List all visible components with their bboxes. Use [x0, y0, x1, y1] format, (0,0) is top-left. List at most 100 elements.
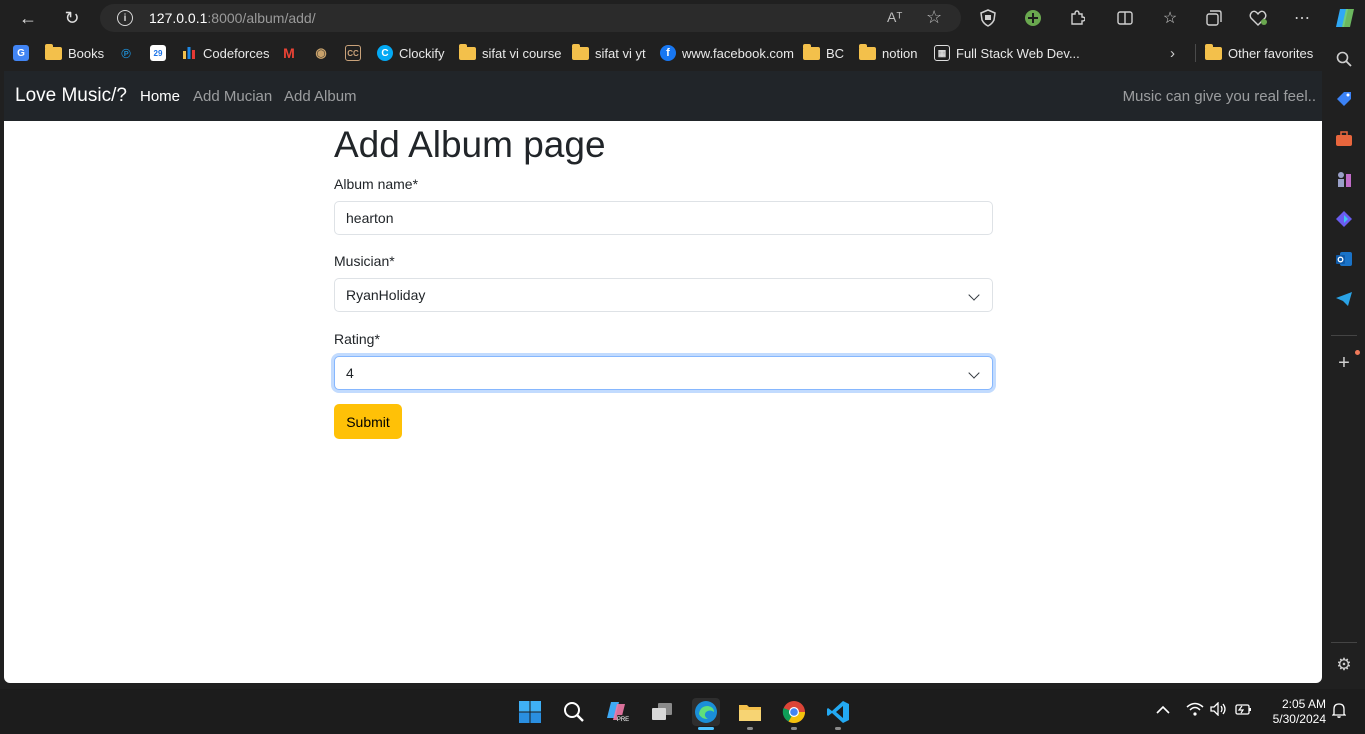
url-host: 127.0.0.1: [149, 10, 208, 26]
bookmark-books[interactable]: Books: [45, 43, 105, 62]
add-plus-icon[interactable]: +: [1334, 352, 1354, 374]
sidebar-divider: [1331, 335, 1357, 336]
taskbar-clock[interactable]: 2:05 AM 5/30/2024: [1264, 697, 1326, 727]
rating-select[interactable]: 4: [334, 356, 993, 390]
bookmark-full-stack[interactable]: ▦ Full Stack Web Dev...: [934, 44, 1080, 62]
bookmarks-divider: [1195, 44, 1196, 62]
gmail-icon: M: [283, 45, 295, 61]
bookmark-label: sifat vi yt: [595, 45, 646, 61]
clock-date: 5/30/2024: [1272, 712, 1326, 726]
grid-icon: ▦: [934, 45, 950, 61]
edge-taskbar-icon[interactable]: [692, 698, 720, 730]
more-options-icon[interactable]: ⋯: [1292, 8, 1312, 28]
read-aloud-icon[interactable]: Aᵀ: [887, 9, 902, 25]
bookmarks-bar: G Books ℗ 29 Codeforces M ◉ CC C Clockify…: [0, 38, 1325, 68]
task-view-icon[interactable]: [648, 698, 676, 726]
clock-time: 2:05 AM: [1281, 697, 1326, 711]
bookmark-codechef[interactable]: ◉: [313, 44, 329, 62]
nav-link-add-musician[interactable]: Add Mucian: [193, 88, 272, 105]
running-indicator: [835, 727, 841, 730]
favorites-list-icon[interactable]: ☆: [1160, 8, 1180, 28]
rating-label: Rating*: [334, 331, 380, 347]
back-arrow-icon[interactable]: ←: [16, 6, 40, 30]
folder-icon: [1205, 43, 1222, 60]
split-screen-icon[interactable]: [1115, 8, 1135, 28]
windows-start-icon[interactable]: [516, 698, 544, 726]
favorite-star-icon[interactable]: ☆: [926, 7, 942, 28]
search-icon[interactable]: [1334, 49, 1354, 69]
folder-icon: [459, 43, 476, 60]
copilot-icon[interactable]: [1333, 6, 1357, 30]
green-extension-icon[interactable]: [1023, 8, 1043, 28]
tray-chevron-up-icon[interactable]: [1156, 702, 1170, 718]
vscode-icon[interactable]: [824, 698, 852, 730]
bookmark-sifat-vi-course[interactable]: sifat vi course: [459, 43, 561, 62]
file-explorer-icon[interactable]: [736, 698, 764, 730]
bookmark-label: Other favorites: [1228, 45, 1314, 61]
codeforces-icon: [181, 45, 197, 61]
shopping-tag-icon[interactable]: [1334, 89, 1354, 109]
album-name-label: Album name*: [334, 176, 419, 192]
chevron-down-icon: [968, 367, 980, 379]
collections-icon[interactable]: [1204, 8, 1224, 28]
site-info-icon[interactable]: i: [117, 10, 133, 26]
edge-sidebar: + ⚙: [1323, 36, 1365, 689]
taskbar-search-icon[interactable]: [560, 698, 588, 726]
bookmark-clockify[interactable]: C Clockify: [377, 44, 445, 62]
copilot-sidebar-icon[interactable]: [1334, 209, 1354, 229]
submit-button[interactable]: Submit: [334, 404, 402, 439]
bookmark-google-translate[interactable]: G: [13, 44, 29, 62]
notification-bell-icon[interactable]: [1331, 702, 1347, 721]
tools-briefcase-icon[interactable]: [1334, 129, 1354, 149]
settings-gear-icon[interactable]: ⚙: [1334, 655, 1354, 675]
copilot-taskbar-icon[interactable]: PRE: [604, 698, 632, 726]
clockify-icon: C: [377, 45, 393, 61]
volume-icon[interactable]: [1210, 701, 1228, 719]
folder-icon: [45, 43, 62, 60]
bookmark-notion[interactable]: notion: [859, 43, 918, 62]
musician-label: Musician*: [334, 253, 395, 269]
page-viewport: Love Music/? Home Add Mucian Add Album M…: [4, 71, 1322, 683]
bookmark-cc[interactable]: CC: [345, 44, 361, 62]
outlook-icon[interactable]: [1334, 249, 1354, 269]
refresh-icon[interactable]: ↻: [60, 6, 84, 30]
bookmark-gmail[interactable]: M: [281, 44, 297, 62]
folder-icon: [572, 43, 589, 60]
extensions-puzzle-icon[interactable]: [1067, 8, 1087, 28]
musician-select[interactable]: RyanHoliday: [334, 278, 993, 312]
shield-extension-icon[interactable]: [978, 8, 998, 28]
bookmark-label: notion: [882, 45, 918, 61]
bookmark-tinkercad[interactable]: ℗: [118, 44, 134, 62]
battery-icon[interactable]: [1234, 702, 1252, 719]
bookmarks-overflow-chevron-icon[interactable]: ›: [1170, 44, 1175, 62]
album-name-input[interactable]: hearton: [334, 201, 993, 235]
folder-icon: [859, 43, 876, 60]
url-text[interactable]: 127.0.0.1:8000/album/add/: [149, 10, 316, 26]
bookmark-facebook[interactable]: f www.facebook.com: [660, 44, 794, 62]
telegram-send-icon[interactable]: [1334, 289, 1354, 309]
address-bar[interactable]: i 127.0.0.1:8000/album/add/ Aᵀ ☆: [100, 4, 961, 32]
browser-window: ← ↻ i 127.0.0.1:8000/album/add/ Aᵀ ☆ ☆ ⋯: [0, 0, 1365, 689]
nav-link-home[interactable]: Home: [140, 88, 180, 105]
wifi-icon[interactable]: [1186, 702, 1204, 719]
browser-essentials-icon[interactable]: [1248, 8, 1268, 28]
bookmark-sifat-vi-yt[interactable]: sifat vi yt: [572, 43, 646, 62]
svg-text:PRE: PRE: [617, 717, 629, 723]
calendar-icon: 29: [150, 45, 166, 61]
bookmark-other-favorites[interactable]: Other favorites: [1205, 43, 1314, 62]
bookmark-bc[interactable]: BC: [803, 43, 844, 62]
codechef-icon: ◉: [315, 45, 327, 60]
bookmark-label: Books: [68, 45, 105, 61]
rating-selected-value: 4: [346, 365, 354, 381]
facebook-icon: f: [660, 45, 676, 61]
notification-dot-icon: [1355, 350, 1360, 355]
album-name-value: hearton: [346, 210, 394, 226]
games-chess-icon[interactable]: [1334, 169, 1354, 189]
nav-link-add-album[interactable]: Add Album: [284, 88, 357, 105]
bookmark-label: www.facebook.com: [682, 45, 794, 61]
bookmark-label: Full Stack Web Dev...: [956, 45, 1080, 61]
site-brand[interactable]: Love Music/?: [15, 85, 127, 107]
chrome-icon[interactable]: [780, 698, 808, 730]
bookmark-codeforces[interactable]: Codeforces: [181, 44, 269, 62]
bookmark-calendar[interactable]: 29: [150, 44, 166, 62]
